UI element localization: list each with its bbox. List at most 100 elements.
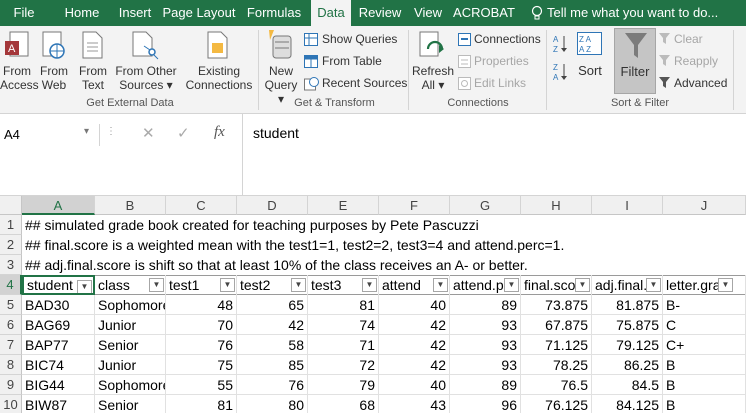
reapply-button[interactable]: Reapply — [674, 54, 718, 68]
table-cell[interactable]: BAD30 — [22, 295, 95, 315]
table-cell[interactable]: 84.5 — [592, 375, 663, 395]
filter-dropdown-icon[interactable]: ▼ — [362, 278, 377, 292]
table-cell[interactable]: 76 — [237, 375, 308, 395]
table-cell[interactable]: BAG69 — [22, 315, 95, 335]
table-cell[interactable]: B — [663, 355, 746, 375]
filter-dropdown-icon[interactable]: ▼ — [646, 278, 661, 292]
table-cell[interactable]: 86.25 — [592, 355, 663, 375]
tab-review[interactable]: Review — [356, 0, 404, 26]
col-header-d[interactable]: D — [237, 196, 308, 215]
show-queries-button[interactable]: Show Queries — [322, 32, 397, 46]
row-header[interactable]: 5 — [0, 295, 22, 315]
table-cell[interactable]: 93 — [450, 315, 521, 335]
select-all-corner[interactable] — [0, 196, 22, 215]
table-cell[interactable]: Sophomore — [95, 375, 166, 395]
table-cell[interactable]: C — [663, 315, 746, 335]
table-cell[interactable]: 76 — [166, 335, 237, 355]
table-cell[interactable]: 71.125 — [521, 335, 592, 355]
row-header[interactable]: 7 — [0, 335, 22, 355]
from-text-button[interactable]: From Text — [76, 64, 110, 92]
header-cell-adj-final[interactable]: adj.final. ▼ — [592, 275, 663, 295]
table-cell[interactable]: 75.875 — [592, 315, 663, 335]
filter-dropdown-icon[interactable]: ▼ — [77, 280, 92, 293]
table-cell[interactable]: 42 — [379, 315, 450, 335]
table-cell[interactable]: BAP77 — [22, 335, 95, 355]
table-cell[interactable]: 40 — [379, 375, 450, 395]
table-cell[interactable]: 89 — [450, 375, 521, 395]
table-cell[interactable]: 58 — [237, 335, 308, 355]
header-cell-test1[interactable]: test1 ▼ — [166, 275, 237, 295]
header-cell-attend-perc[interactable]: attend.p ▼ — [450, 275, 521, 295]
col-header-h[interactable]: H — [521, 196, 592, 215]
row-header[interactable]: 9 — [0, 375, 22, 395]
filter-dropdown-icon[interactable]: ▼ — [220, 278, 235, 292]
table-cell[interactable]: 65 — [237, 295, 308, 315]
table-cell[interactable]: Senior — [95, 395, 166, 413]
col-header-a[interactable]: A — [22, 196, 95, 215]
row-header[interactable]: 4 — [0, 275, 22, 295]
tab-view[interactable]: View — [410, 0, 446, 26]
cancel-icon[interactable]: ✕ — [142, 124, 155, 142]
table-cell[interactable]: 42 — [379, 355, 450, 375]
tab-acrobat[interactable]: ACROBAT — [452, 0, 516, 26]
table-cell[interactable]: 78.25 — [521, 355, 592, 375]
table-cell[interactable]: 42 — [237, 315, 308, 335]
table-cell[interactable]: 75 — [166, 355, 237, 375]
header-cell-test3[interactable]: test3 ▼ — [308, 275, 379, 295]
table-cell[interactable]: Sophomore — [95, 295, 166, 315]
tab-data[interactable]: Data — [311, 0, 351, 26]
table-cell[interactable]: Senior — [95, 335, 166, 355]
row-header[interactable]: 8 — [0, 355, 22, 375]
table-cell[interactable]: 55 — [166, 375, 237, 395]
table-cell[interactable]: 76.125 — [521, 395, 592, 413]
table-cell[interactable]: BIG44 — [22, 375, 95, 395]
tell-me-search[interactable]: Tell me what you want to do... — [547, 0, 743, 26]
table-cell[interactable]: 84.125 — [592, 395, 663, 413]
table-cell[interactable]: 81 — [308, 295, 379, 315]
col-header-g[interactable]: G — [450, 196, 521, 215]
table-cell[interactable]: 79.125 — [592, 335, 663, 355]
row-header[interactable]: 2 — [0, 235, 22, 255]
table-cell[interactable]: 71 — [308, 335, 379, 355]
table-cell[interactable]: B — [663, 395, 746, 413]
refresh-all-button[interactable]: Refresh All ▾ — [410, 64, 456, 92]
tab-formulas[interactable]: Formulas — [244, 0, 304, 26]
name-box[interactable]: A4 ▾ — [0, 124, 100, 146]
row-header[interactable]: 3 — [0, 255, 22, 275]
table-cell[interactable]: B — [663, 375, 746, 395]
advanced-button[interactable]: Advanced — [674, 76, 727, 90]
table-cell[interactable]: 76.5 — [521, 375, 592, 395]
filter-button[interactable]: Filter — [614, 28, 656, 94]
table-cell[interactable]: 96 — [450, 395, 521, 413]
table-cell[interactable]: 67.875 — [521, 315, 592, 335]
col-header-b[interactable]: B — [95, 196, 166, 215]
table-cell[interactable]: C+ — [663, 335, 746, 355]
filter-dropdown-icon[interactable]: ▼ — [291, 278, 306, 292]
table-cell[interactable]: BIW87 — [22, 395, 95, 413]
from-web-button[interactable]: From Web — [36, 64, 72, 92]
filter-dropdown-icon[interactable]: ▼ — [718, 278, 733, 292]
existing-connections-button[interactable]: Existing Connections — [184, 64, 254, 92]
comment-cell[interactable]: ## simulated grade book created for teac… — [22, 215, 479, 235]
table-cell[interactable]: B- — [663, 295, 746, 315]
row-header[interactable]: 1 — [0, 215, 22, 235]
from-table-button[interactable]: From Table — [322, 54, 382, 68]
row-header[interactable]: 6 — [0, 315, 22, 335]
table-cell[interactable]: 48 — [166, 295, 237, 315]
table-cell[interactable]: 81.875 — [592, 295, 663, 315]
table-cell[interactable]: 43 — [379, 395, 450, 413]
filter-dropdown-icon[interactable]: ▼ — [504, 278, 519, 292]
edit-links-button[interactable]: Edit Links — [474, 76, 526, 90]
from-other-sources-button[interactable]: From Other Sources ▾ — [112, 64, 180, 92]
table-cell[interactable]: Junior — [95, 315, 166, 335]
drag-handle-icon[interactable]: ⋮ — [106, 126, 116, 137]
sort-button[interactable]: Sort — [572, 64, 608, 78]
formula-input[interactable]: student — [253, 125, 299, 141]
table-cell[interactable]: 93 — [450, 335, 521, 355]
from-access-button[interactable]: From Access — [0, 64, 39, 92]
header-cell-class[interactable]: class ▼ — [95, 275, 166, 295]
header-cell-letter-grade[interactable]: letter.gra ▼ — [663, 275, 746, 295]
table-cell[interactable]: 70 — [166, 315, 237, 335]
table-cell[interactable]: 74 — [308, 315, 379, 335]
clear-button[interactable]: Clear — [674, 32, 703, 46]
